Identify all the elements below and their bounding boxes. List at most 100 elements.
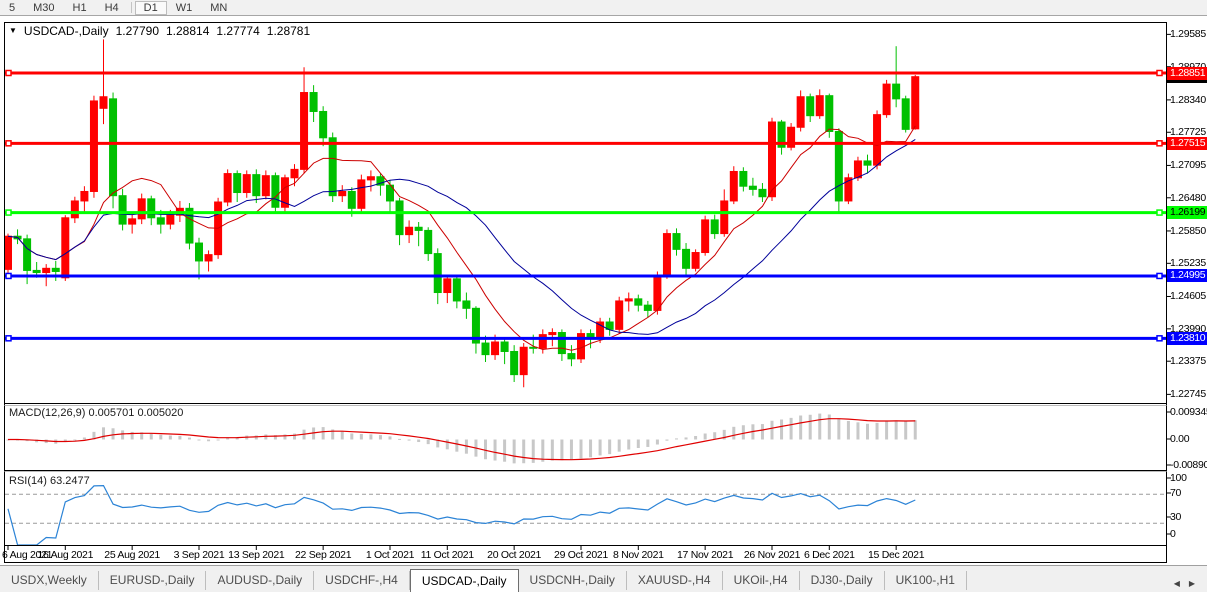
- tab-dj30-daily[interactable]: DJ30-,Daily: [800, 571, 885, 590]
- candle-body: [701, 219, 710, 254]
- macd-histogram-bar: [627, 439, 631, 450]
- candle-body: [748, 185, 757, 190]
- macd-histogram-bar: [426, 439, 430, 445]
- macd-label: MACD(12,26,9) 0.005701 0.005020: [9, 407, 184, 419]
- macd-histogram-bar: [636, 439, 640, 449]
- hline-handle: [5, 209, 12, 216]
- date-axis-label: 13 Sep 2021: [228, 549, 285, 561]
- candle-body: [815, 95, 824, 117]
- macd-histogram-bar: [455, 439, 459, 452]
- date-axis-label: 6 Dec 2021: [803, 549, 855, 561]
- chart-canvas[interactable]: [0, 0, 1207, 565]
- candle-body: [911, 76, 920, 130]
- tab-audusd-daily[interactable]: AUDUSD-,Daily: [206, 571, 315, 590]
- price-badge: 1.23810: [1167, 331, 1207, 345]
- macd-histogram-bar: [589, 439, 593, 458]
- candle-body: [290, 168, 299, 179]
- macd-histogram-bar: [512, 439, 516, 464]
- macd-histogram-bar: [493, 439, 497, 461]
- candle-body: [70, 200, 79, 219]
- candle-body: [662, 233, 671, 277]
- macd-histogram-bar: [484, 439, 487, 460]
- macd-histogram-bar: [732, 426, 736, 440]
- candle-body: [204, 254, 213, 262]
- candle-body: [89, 100, 98, 192]
- candle-body: [624, 298, 633, 302]
- macd-histogram-bar: [694, 436, 698, 440]
- candle-body: [682, 248, 691, 269]
- macd-histogram-bar: [808, 414, 812, 440]
- rsi-axis-label: 0: [1170, 528, 1176, 540]
- price-axis-label: 1.25850: [1170, 224, 1206, 237]
- macd-histogram-bar: [159, 434, 163, 440]
- macd-axis-label: 0.00: [1170, 433, 1190, 445]
- candle-body: [338, 190, 347, 197]
- date-axis-label: 25 Aug 2021: [104, 549, 160, 561]
- macd-histogram-bar: [522, 439, 526, 464]
- macd-axis-label: 0.009345: [1170, 406, 1207, 418]
- tab-scroll-right-icon[interactable]: ▶: [1189, 579, 1195, 588]
- tab-scroll-left-icon[interactable]: ◀: [1174, 579, 1180, 588]
- macd-histogram-bar: [445, 439, 449, 450]
- candle-body: [806, 96, 815, 117]
- date-axis-label: 17 Nov 2021: [677, 549, 734, 561]
- candle-body: [137, 198, 146, 220]
- candle-body: [156, 217, 165, 225]
- candle-body: [653, 275, 662, 311]
- candle-body: [32, 269, 41, 274]
- macd-histogram-bar: [178, 435, 182, 440]
- candle-body: [242, 174, 251, 194]
- hline-handle: [5, 69, 12, 77]
- candle-body: [328, 137, 337, 197]
- candle-body: [481, 342, 490, 356]
- ohlc-close: 1.28781: [266, 24, 311, 38]
- macd-histogram-bar: [149, 433, 153, 440]
- candle-body: [758, 188, 767, 198]
- macd-histogram-bar: [531, 439, 535, 463]
- price-badge: 1.24995: [1167, 269, 1207, 283]
- candle-body: [433, 253, 442, 294]
- candle-body: [309, 92, 318, 112]
- macd-histogram-bar: [73, 439, 77, 441]
- macd-histogram-bar: [111, 428, 115, 440]
- candle-body: [261, 175, 270, 197]
- price-badge: 1.28851: [1167, 66, 1207, 80]
- hline-handle: [1156, 209, 1163, 216]
- candle-body: [443, 278, 452, 294]
- candle-body: [405, 226, 414, 236]
- tab-usdx-weekly[interactable]: USDX,Weekly: [0, 571, 99, 590]
- macd-histogram-bar: [569, 439, 573, 460]
- candle-body: [615, 300, 624, 330]
- hline-handle: [1156, 69, 1163, 77]
- macd-histogram-bar: [407, 439, 411, 441]
- price-badge: 1.27515: [1167, 136, 1207, 150]
- rsi-axis-label: 30: [1170, 511, 1182, 523]
- macd-histogram-bar: [378, 435, 382, 440]
- macd-histogram-bar: [350, 433, 354, 440]
- candle-body: [366, 176, 375, 181]
- macd-histogram-bar: [550, 439, 554, 461]
- ma-slow-line: [7, 138, 916, 335]
- tab-ukoil-h4[interactable]: UKOil-,H4: [723, 571, 800, 590]
- ma-fast-line: [7, 125, 916, 351]
- tab-uk100-h1[interactable]: UK100-,H1: [885, 571, 967, 590]
- macd-histogram-bar: [254, 435, 258, 440]
- macd-histogram-bar: [197, 439, 201, 441]
- candle-body: [729, 170, 738, 202]
- tab-usdchf-h4[interactable]: USDCHF-,H4: [314, 571, 410, 590]
- candle-body: [873, 114, 882, 166]
- tab-xauusd-h4[interactable]: XAUUSD-,H4: [627, 571, 723, 590]
- macd-histogram-bar: [875, 422, 879, 440]
- candle-body: [42, 267, 51, 274]
- macd-histogram-bar: [340, 431, 344, 440]
- chart-symbol-label: USDCAD-,Daily: [23, 24, 109, 38]
- macd-histogram-bar: [770, 420, 774, 440]
- candle-body: [424, 229, 433, 255]
- price-axis-label: 1.22745: [1170, 388, 1206, 401]
- macd-histogram-bar: [560, 439, 564, 461]
- tab-eurusd-daily[interactable]: EURUSD-,Daily: [99, 571, 207, 590]
- chart-menu-icon[interactable]: ▼: [9, 26, 17, 35]
- price-axis-label: 1.27095: [1170, 159, 1206, 172]
- tab-usdcnh-daily[interactable]: USDCNH-,Daily: [519, 571, 627, 590]
- tab-usdcad-daily[interactable]: USDCAD-,Daily: [409, 569, 519, 592]
